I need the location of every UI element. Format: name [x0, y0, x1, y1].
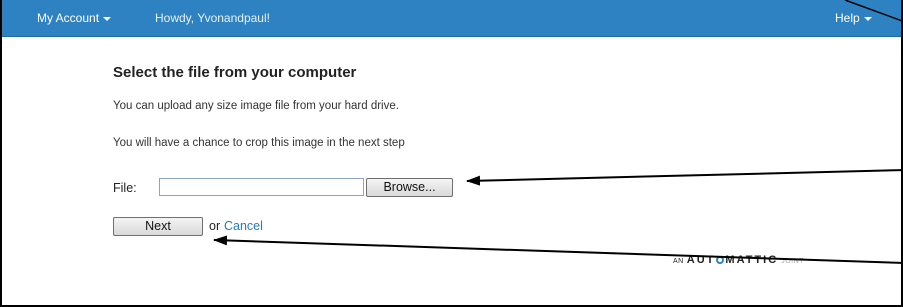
- help-label: Help: [835, 11, 860, 25]
- chevron-down-icon: [103, 16, 112, 21]
- file-path-input[interactable]: [159, 178, 364, 196]
- my-account-label: My Account: [37, 11, 100, 25]
- chevron-down-icon: [863, 16, 872, 21]
- automattic-ring-icon: [716, 256, 725, 264]
- file-label: File:: [113, 181, 137, 195]
- page-title: Select the file from your computer: [113, 64, 357, 81]
- browse-button[interactable]: Browse...: [366, 178, 453, 197]
- top-bar: My Account Howdy, Yvonandpaul! Help: [2, 0, 901, 37]
- or-text: or: [209, 219, 221, 233]
- arrow-to-browse: [466, 169, 901, 186]
- upload-info-text: You can upload any size image file from …: [113, 100, 399, 112]
- next-button[interactable]: Next: [113, 217, 203, 236]
- greeting-text[interactable]: Howdy, Yvonandpaul!: [155, 11, 270, 25]
- page-frame: My Account Howdy, Yvonandpaul! Help Sele…: [0, 0, 903, 307]
- automattic-logo: AN AUT MATTIC JOINT: [673, 254, 804, 266]
- crop-info-text: You will have a chance to crop this imag…: [113, 137, 405, 149]
- help-menu[interactable]: Help: [835, 11, 872, 25]
- my-account-menu[interactable]: My Account: [37, 11, 112, 25]
- cancel-link[interactable]: Cancel: [224, 219, 263, 233]
